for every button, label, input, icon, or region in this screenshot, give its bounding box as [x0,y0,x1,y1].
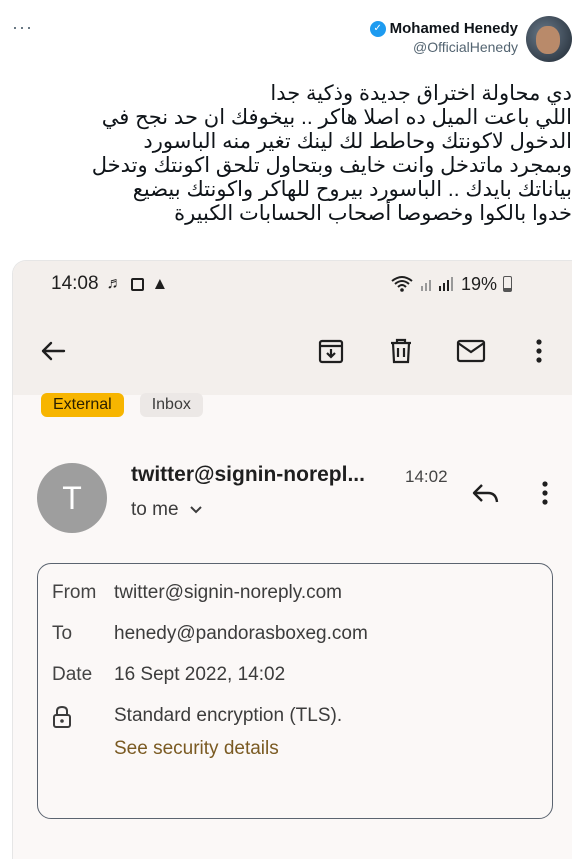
detail-encryption: Standard encryption (TLS). [52,705,342,729]
detail-label: From [52,582,97,603]
detail-to: To henedy@pandorasboxeg.com [52,623,368,645]
detail-from: From twitter@signin-noreply.com [52,582,342,604]
warning-icon: ▲ [151,274,169,293]
recipient-label: to me [131,499,179,520]
mark-unread-button[interactable] [451,331,491,371]
trash-icon [391,338,411,364]
tweet-header: ··· ✓ Mohamed Henedy @OfficialHenedy [0,10,572,70]
sender-row: T twitter@signin-norepl... 14:02 to me [13,459,572,539]
author-name[interactable]: Mohamed Henedy [390,20,518,37]
status-bar: 14:08 ♬ ▲ 19% [13,261,572,307]
battery-percent: 19% [460,273,497,294]
mail-icon [456,339,486,363]
reply-icon [472,484,499,503]
detail-label: Date [52,664,93,685]
tweet-line: دي محاولة اختراق جديدة وذكية جدا [270,82,572,105]
recipient-toggle[interactable]: to me [131,499,203,521]
archive-icon [318,339,344,364]
back-arrow-icon [41,341,66,361]
battery-icon [503,276,512,292]
more-vert-icon [536,339,542,363]
email-time: 14:02 [405,467,448,486]
tweet-line: اللي باعت الميل ده اصلا هاكر .. بيخوفك ا… [101,106,572,129]
chevron-down-icon [189,506,202,514]
tweet-more-button[interactable]: ··· [12,18,33,36]
tweet-line: خدوا بالكوا وخصوصا أصحاب الحسابات الكبير… [174,202,572,225]
email-details-panel: From twitter@signin-noreply.com To hened… [37,563,553,819]
archive-button[interactable] [311,331,351,371]
record-icon [130,277,144,291]
tweet-line: وبمجرد ماتدخل وانت خايف وبتحاول تلحق اكو… [91,154,572,177]
date-value: 16 Sept 2022, 14:02 [114,664,286,685]
reply-button[interactable] [465,473,505,513]
email-labels: External Inbox [41,393,203,417]
encryption-status: Standard encryption (TLS). [114,705,343,726]
email-toolbar [13,307,572,395]
toolbar-more-button[interactable] [519,331,559,371]
lock-icon [52,705,114,729]
signal-icon [420,277,453,291]
from-address[interactable]: twitter@signin-noreply.com [114,582,342,604]
tweet-line: الدخول لاكونتك وحاطط لك لينك تغير منه ال… [143,130,572,153]
email-screenshot[interactable]: 14:08 ♬ ▲ 19% External Inbox T twitter@s… [12,260,572,859]
author-avatar[interactable] [526,16,572,62]
wifi-icon [391,276,413,292]
tweet-text: دي محاولة اختراق جديدة وذكية جدا اللي با… [0,82,572,226]
tweet-line: بياناتك بايدك .. الباسورد بيروح للهاكر و… [132,178,572,201]
email-more-button[interactable] [525,473,565,513]
status-time: 14:08 [51,273,99,294]
detail-date: Date 16 Sept 2022, 14:02 [52,664,285,686]
more-vert-icon [542,481,548,505]
to-address[interactable]: henedy@pandorasboxeg.com [114,623,368,645]
notification-icon: ♬ [106,275,123,292]
label-inbox[interactable]: Inbox [139,393,203,417]
tweet-author[interactable]: ✓ Mohamed Henedy @OfficialHenedy [369,20,518,55]
see-security-details-link[interactable]: See security details [114,738,279,760]
verified-badge-icon: ✓ [369,20,386,37]
detail-label: To [52,623,73,644]
back-button[interactable] [33,331,73,371]
label-external[interactable]: External [41,393,124,417]
sender-name[interactable]: twitter@signin-norepl... [131,463,365,487]
delete-button[interactable] [381,331,421,371]
author-handle[interactable]: @OfficialHenedy [370,39,518,55]
sender-avatar[interactable]: T [37,463,107,533]
